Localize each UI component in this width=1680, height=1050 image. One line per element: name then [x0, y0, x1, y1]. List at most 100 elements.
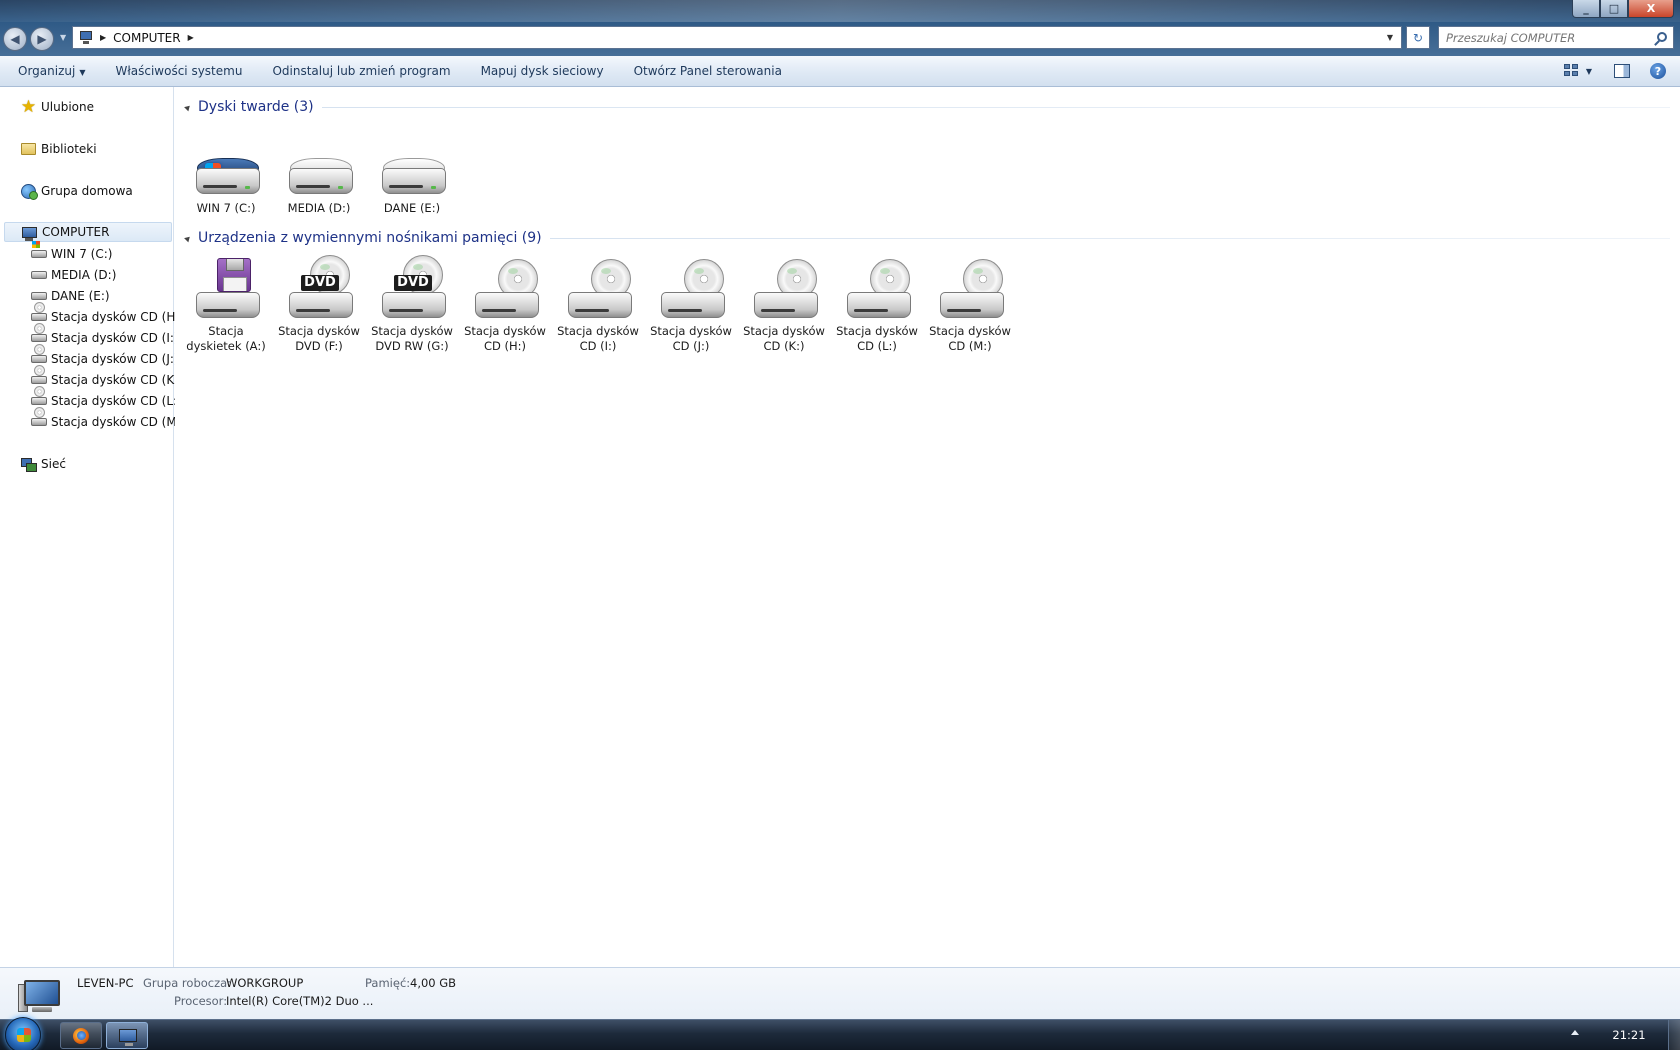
drive-tile-g[interactable]: DVD Stacja dysków DVD RW (G:) [367, 255, 457, 355]
nav-drive-label: Stacja dysków CD (H:) [51, 310, 185, 324]
breadcrumb-separator[interactable]: ▶ [188, 33, 194, 42]
computer-icon [21, 224, 38, 240]
drive-label: WIN 7 (C:) [196, 201, 256, 215]
nav-favorites[interactable]: ★ Ulubione [20, 97, 94, 117]
nav-drive-j[interactable]: Stacja dysków CD (J:) [30, 349, 179, 369]
drive-tile-d[interactable]: MEDIA (D:) [274, 151, 364, 221]
computer-icon [18, 976, 62, 1014]
floppy-disk-icon [217, 258, 251, 292]
nav-drive-m[interactable]: Stacja dysków CD (M:) [30, 412, 185, 432]
view-options-dropdown[interactable]: ▼ [1586, 67, 1592, 76]
nav-computer[interactable]: COMPUTER [4, 222, 172, 242]
windows-drive-icon [30, 246, 47, 262]
address-bar[interactable]: ▶ COMPUTER ▶ ▼ [72, 26, 1402, 49]
nav-homegroup-label: Grupa domowa [41, 184, 133, 198]
drive-tile-i[interactable]: Stacja dysków CD (I:) [553, 255, 643, 355]
drive-label-line2: CD (K:) [763, 339, 805, 353]
cd-drive-icon [661, 292, 725, 318]
drive-tile-a[interactable]: Stacja dyskietek (A:) [181, 255, 271, 355]
taskbar-explorer[interactable] [106, 1022, 148, 1049]
maximize-button[interactable]: □ [1600, 0, 1628, 18]
preview-pane-icon[interactable] [1614, 64, 1630, 78]
workgroup-label: Grupa robocza: [143, 976, 232, 990]
cd-drive-icon [475, 292, 539, 318]
nav-drive-label: MEDIA (D:) [51, 268, 117, 282]
back-button[interactable]: ◀ [3, 27, 27, 51]
computer-icon [77, 30, 93, 45]
drive-led [431, 186, 436, 189]
drive-label-line2: CD (I:) [579, 339, 617, 353]
drive-slot [761, 309, 795, 312]
drive-tile-k[interactable]: Stacja dysków CD (K:) [739, 255, 829, 355]
nav-drive-c[interactable]: WIN 7 (C:) [30, 244, 112, 264]
drive-tile-h[interactable]: Stacja dysków CD (H:) [460, 255, 550, 355]
search-box[interactable] [1438, 26, 1674, 49]
group-header-hard-drives[interactable]: Dyski twarde (3) [183, 97, 1670, 117]
breadcrumb-computer[interactable]: COMPUTER [113, 31, 180, 45]
breadcrumb-separator[interactable]: ▶ [100, 33, 106, 42]
close-button[interactable]: X [1628, 0, 1674, 18]
drive-led [338, 186, 343, 189]
collapse-triangle-icon[interactable] [184, 234, 192, 242]
drive-tile-j[interactable]: Stacja dysków CD (J:) [646, 255, 736, 355]
drive-tile-e[interactable]: DANE (E:) [367, 151, 457, 221]
drive-label-line2: CD (J:) [672, 339, 710, 353]
map-network-drive-button[interactable]: Mapuj dysk sieciowy [466, 64, 619, 78]
drive-tile-l[interactable]: Stacja dysków CD (L:) [832, 255, 922, 355]
drive-label-line2: dyskietek (A:) [186, 339, 266, 353]
system-properties-button[interactable]: Właściwości systemu [100, 64, 257, 78]
nav-drive-k[interactable]: Stacja dysków CD (K:) [30, 370, 183, 390]
drive-slot [947, 309, 981, 312]
drive-tile-c[interactable]: WIN 7 (C:) [181, 151, 271, 221]
show-desktop-button[interactable] [1668, 1020, 1680, 1050]
tray-expand-icon[interactable] [1571, 1030, 1579, 1035]
cd-drive-icon [847, 292, 911, 318]
nav-drive-label: Stacja dysków CD (L:) [51, 394, 182, 408]
change-view-icon[interactable] [1563, 64, 1580, 78]
nav-drive-label: Stacja dysków CD (J:) [51, 352, 179, 366]
nav-homegroup[interactable]: Grupa domowa [20, 181, 133, 201]
refresh-button[interactable]: ↻ [1406, 26, 1430, 49]
nav-drive-l[interactable]: Stacja dysków CD (L:) [30, 391, 182, 411]
nav-network[interactable]: Sieć [20, 454, 66, 474]
recent-pages-dropdown[interactable]: ▼ [60, 33, 66, 42]
command-bar: Organizuj ▼ Właściwości systemu Odinstalu… [0, 56, 1680, 87]
drive-tile-f[interactable]: DVD Stacja dysków DVD (F:) [274, 255, 364, 355]
drive-label: DANE (E:) [383, 201, 441, 215]
minimize-button[interactable]: _ [1572, 0, 1600, 18]
star-icon: ★ [20, 97, 37, 117]
search-icon[interactable] [1657, 32, 1667, 42]
forward-arrow-icon: ▶ [37, 32, 47, 46]
drive-tile-m[interactable]: Stacja dysków CD (M:) [925, 255, 1015, 355]
search-input[interactable] [1446, 30, 1636, 45]
drive-slot [296, 185, 330, 188]
address-dropdown-icon[interactable]: ▼ [1381, 27, 1399, 48]
nav-drive-i[interactable]: Stacja dysków CD (I:) [30, 328, 179, 348]
view-controls: ▼ ? [1563, 56, 1680, 86]
cd-drive-icon [568, 292, 632, 318]
start-button[interactable] [5, 1017, 41, 1050]
drive-label: MEDIA (D:) [287, 201, 351, 215]
uninstall-program-button[interactable]: Odinstaluj lub zmień program [257, 64, 465, 78]
firefox-icon [73, 1028, 89, 1044]
cd-drive-icon [940, 292, 1004, 318]
nav-drive-d[interactable]: MEDIA (D:) [30, 265, 116, 285]
back-arrow-icon: ◀ [10, 32, 20, 46]
help-icon[interactable]: ? [1650, 63, 1666, 79]
taskbar-clock[interactable]: 21:21 [1600, 1028, 1658, 1042]
group-divider [321, 106, 1670, 108]
organize-button[interactable]: Organizuj ▼ [0, 64, 100, 78]
collapse-triangle-icon[interactable] [184, 103, 192, 111]
drive-label-line1: Stacja dysków [929, 324, 1011, 338]
group-header-removable[interactable]: Urządzenia z wymiennymi nośnikami pamięc… [183, 228, 1670, 248]
drive-label-line1: Stacja [208, 324, 244, 338]
open-control-panel-button[interactable]: Otwórz Panel sterowania [619, 64, 797, 78]
drive-label-line1: Stacja dysków [464, 324, 546, 338]
nav-drive-h[interactable]: Stacja dysków CD (H:) [30, 307, 184, 327]
nav-libraries[interactable]: Biblioteki [20, 139, 97, 159]
chevron-down-icon: ▼ [79, 68, 86, 77]
forward-button[interactable]: ▶ [30, 27, 54, 51]
group-title: Urządzenia z wymiennymi nośnikami pamięc… [198, 230, 542, 246]
workgroup-value: WORKGROUP [226, 976, 304, 990]
taskbar-firefox[interactable] [60, 1022, 102, 1049]
